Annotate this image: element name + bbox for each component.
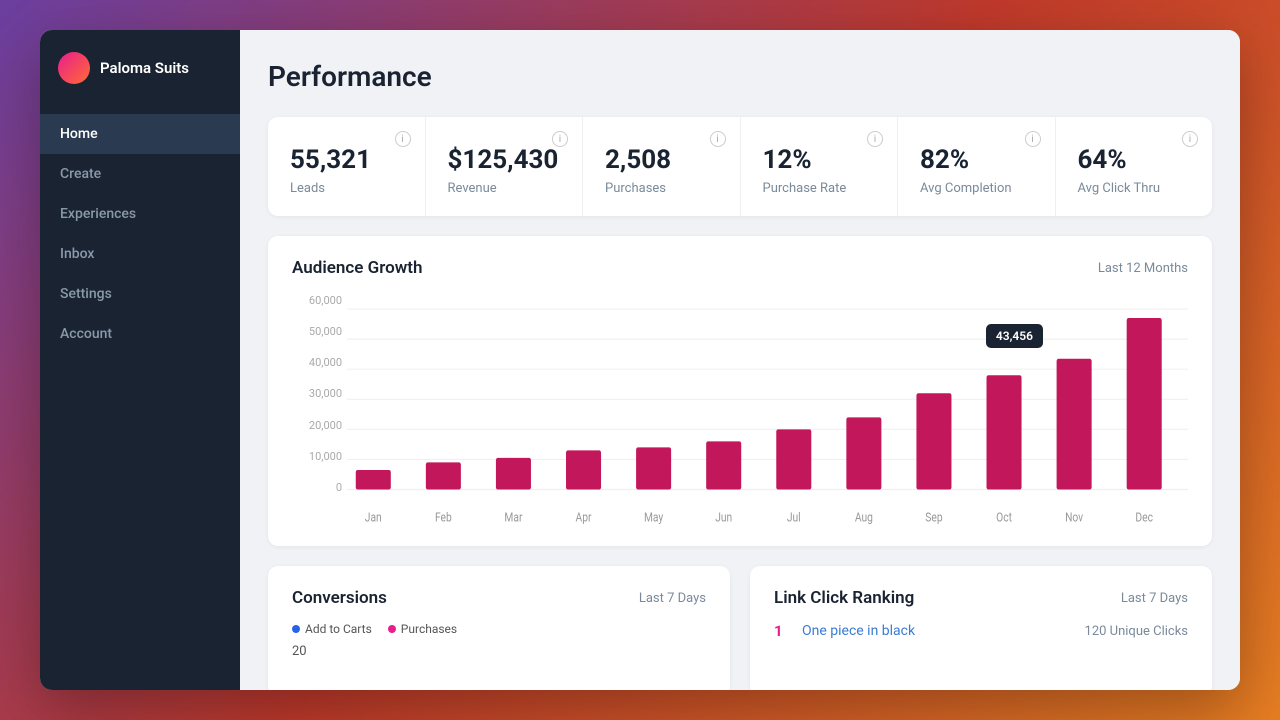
y-axis-label: 40,000 <box>292 356 342 369</box>
kpi-card-0: i 55,321 Leads <box>268 117 426 216</box>
rank-number: 1 <box>774 622 790 640</box>
chart-title: Audience Growth <box>292 258 422 278</box>
kpi-card-2: i 2,508 Purchases <box>583 117 741 216</box>
conversions-title: Conversions <box>292 588 387 608</box>
sidebar-item-settings[interactable]: Settings <box>40 274 240 314</box>
chart-yaxis: 60,000 50,000 40,000 30,000 20,000 10,000 0 <box>292 294 342 494</box>
kpi-label: Purchase Rate <box>763 181 876 196</box>
bar-chart: Jan Feb Mar Apr May Jun Jul Aug Sep Oct Nov Dec <box>347 294 1188 524</box>
svg-text:Jun: Jun <box>715 510 732 524</box>
chart-header: Audience Growth Last 12 Months <box>292 258 1188 278</box>
legend-dot <box>388 625 396 633</box>
legend-item: Purchases <box>388 622 457 636</box>
kpi-info-icon[interactable]: i <box>552 131 568 147</box>
conversions-card: Conversions Last 7 Days Add to Carts Purc… <box>268 566 730 690</box>
y-axis-label: 60,000 <box>292 294 342 307</box>
app-window: Paloma Suits HomeCreateExperiencesInboxS… <box>40 30 1240 690</box>
kpi-info-icon[interactable]: i <box>1025 131 1041 147</box>
chart-period: Last 12 Months <box>1098 261 1188 276</box>
legend-label: Add to Carts <box>305 622 372 636</box>
page-title: Performance <box>268 60 1212 93</box>
svg-text:Sep: Sep <box>925 510 942 524</box>
link-ranking-period: Last 7 Days <box>1121 591 1188 606</box>
conversions-legend: Add to Carts Purchases <box>292 622 706 636</box>
logo-icon <box>58 52 90 84</box>
svg-text:Nov: Nov <box>1065 510 1083 524</box>
kpi-row: i 55,321 Leads i $125,430 Revenue i 2,50… <box>268 117 1212 216</box>
kpi-card-3: i 12% Purchase Rate <box>741 117 899 216</box>
link-ranking-header: Link Click Ranking Last 7 Days <box>774 588 1188 608</box>
kpi-value: 64% <box>1078 145 1191 175</box>
link-ranking-list: 1 One piece in black 120 Unique Clicks <box>774 622 1188 640</box>
bottom-row: Conversions Last 7 Days Add to Carts Purc… <box>268 566 1212 690</box>
svg-text:Jan: Jan <box>365 510 382 524</box>
kpi-label: Purchases <box>605 181 718 196</box>
svg-text:Feb: Feb <box>435 510 452 524</box>
y-axis-label: 0 <box>292 481 342 494</box>
sidebar: Paloma Suits HomeCreateExperiencesInboxS… <box>40 30 240 690</box>
conversions-header: Conversions Last 7 Days <box>292 588 706 608</box>
sidebar-nav: HomeCreateExperiencesInboxSettingsAccoun… <box>40 106 240 362</box>
legend-item: Add to Carts <box>292 622 372 636</box>
y-axis-label: 10,000 <box>292 450 342 463</box>
rank-link[interactable]: One piece in black <box>802 623 1073 639</box>
logo-text: Paloma Suits <box>100 59 189 77</box>
sidebar-item-inbox[interactable]: Inbox <box>40 234 240 274</box>
kpi-info-icon[interactable]: i <box>1182 131 1198 147</box>
main-content: Performance i 55,321 Leads i $125,430 Re… <box>240 30 1240 690</box>
legend-label: Purchases <box>401 622 457 636</box>
svg-text:Aug: Aug <box>855 510 873 524</box>
audience-growth-card: Audience Growth Last 12 Months 60,000 50,… <box>268 236 1212 546</box>
kpi-value: 82% <box>920 145 1033 175</box>
sidebar-item-experiences[interactable]: Experiences <box>40 194 240 234</box>
sidebar-logo: Paloma Suits <box>40 30 240 106</box>
kpi-card-4: i 82% Avg Completion <box>898 117 1056 216</box>
kpi-card-5: i 64% Avg Click Thru <box>1056 117 1213 216</box>
svg-text:Apr: Apr <box>576 510 592 524</box>
rank-clicks: 120 Unique Clicks <box>1085 624 1188 639</box>
conversions-ystart: 20 <box>292 644 706 659</box>
y-axis-label: 20,000 <box>292 419 342 432</box>
kpi-label: Avg Completion <box>920 181 1033 196</box>
chart-area: 60,000 50,000 40,000 30,000 20,000 10,000 0 Ja… <box>292 294 1188 524</box>
kpi-info-icon[interactable]: i <box>710 131 726 147</box>
kpi-label: Avg Click Thru <box>1078 181 1191 196</box>
conversions-period: Last 7 Days <box>639 591 706 606</box>
y-axis-label: 30,000 <box>292 387 342 400</box>
sidebar-item-home[interactable]: Home <box>40 114 240 154</box>
link-ranking-card: Link Click Ranking Last 7 Days 1 One pie… <box>750 566 1212 690</box>
kpi-value: 55,321 <box>290 145 403 175</box>
kpi-label: Revenue <box>448 181 561 196</box>
kpi-card-1: i $125,430 Revenue <box>426 117 584 216</box>
link-ranking-title: Link Click Ranking <box>774 588 914 608</box>
svg-text:May: May <box>644 510 664 524</box>
svg-text:Mar: Mar <box>504 510 522 524</box>
y-axis-label: 50,000 <box>292 325 342 338</box>
kpi-value: 2,508 <box>605 145 718 175</box>
kpi-info-icon[interactable]: i <box>395 131 411 147</box>
chart-container: JanFebMarAprMayJunJulAugSepOctNovDec 43,… <box>347 294 1188 524</box>
legend-dot <box>292 625 300 633</box>
kpi-info-icon[interactable]: i <box>867 131 883 147</box>
svg-text:Jul: Jul <box>787 510 801 524</box>
kpi-value: 12% <box>763 145 876 175</box>
sidebar-item-create[interactable]: Create <box>40 154 240 194</box>
sidebar-item-account[interactable]: Account <box>40 314 240 354</box>
svg-text:Oct: Oct <box>996 510 1012 524</box>
kpi-label: Leads <box>290 181 403 196</box>
link-ranking-item: 1 One piece in black 120 Unique Clicks <box>774 622 1188 640</box>
svg-text:Dec: Dec <box>1135 510 1153 524</box>
kpi-value: $125,430 <box>448 145 561 175</box>
